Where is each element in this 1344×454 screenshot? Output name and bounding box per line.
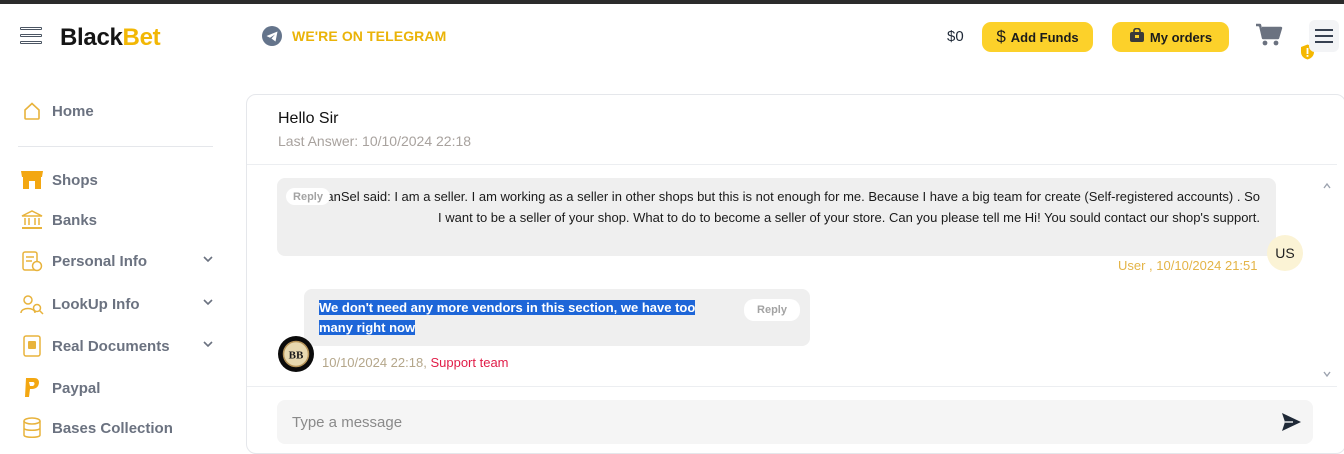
support-team-label: Support team — [430, 355, 509, 370]
support-message-meta: 10/10/2024 22:18, Support team — [322, 355, 509, 370]
balance-amount: $0 — [947, 28, 964, 45]
chevron-down-icon — [202, 251, 214, 268]
sidebar-divider — [18, 146, 213, 147]
send-icon[interactable] — [1280, 411, 1302, 433]
support-message-text: We don't need any more vendors in this s… — [319, 298, 719, 338]
sidebar-item-home[interactable]: Home — [20, 99, 94, 123]
sidebar-item-label: Real Documents — [52, 337, 170, 355]
bank-icon — [20, 208, 44, 232]
message-input[interactable] — [277, 400, 1313, 444]
sidebar-item-label: Home — [52, 102, 94, 120]
chat-scrollbar[interactable] — [1322, 180, 1332, 380]
support-message-time: 10/10/2024 22:18, — [322, 355, 427, 370]
support-avatar: BB — [278, 336, 314, 372]
my-orders-button[interactable]: My orders — [1112, 22, 1229, 52]
paypal-icon — [20, 376, 44, 400]
user-avatar: US — [1267, 235, 1303, 271]
sidebar-item-bases-collection[interactable]: Bases Collection — [20, 416, 173, 440]
user-message-meta: User , 10/10/2024 21:51 — [1118, 258, 1258, 273]
reply-button[interactable]: Reply — [744, 299, 800, 321]
telegram-icon — [262, 26, 282, 46]
sidebar-toggle-icon[interactable] — [20, 27, 42, 47]
brand-part2: Bet — [122, 24, 161, 51]
add-funds-button[interactable]: $ Add Funds — [982, 22, 1093, 52]
support-avatar-initials: BB — [289, 350, 304, 362]
my-orders-label: My orders — [1149, 29, 1213, 45]
sidebar-item-banks[interactable]: Banks — [20, 208, 97, 232]
shop-icon — [20, 168, 44, 192]
sidebar-item-real-documents[interactable]: Real Documents — [20, 334, 213, 358]
documents-icon — [20, 334, 44, 358]
sidebar-item-label: Paypal — [52, 379, 101, 397]
brand-logo[interactable]: BlackBet — [60, 24, 161, 52]
user-message-text: UsBanSel said: I am a seller. I am worki… — [301, 189, 1260, 225]
support-message-selection: We don't need any more vendors in this s… — [319, 300, 696, 335]
ticket-last-answer: Last Answer: 10/10/2024 22:18 — [278, 133, 472, 149]
dollar-icon: $ — [996, 27, 1006, 46]
cart-icon[interactable] — [1255, 23, 1283, 52]
sidebar-item-label: LookUp Info — [52, 295, 140, 313]
sidebar-item-shops[interactable]: Shops — [20, 168, 98, 192]
sidebar-item-personal-info[interactable]: Personal Info — [20, 249, 213, 273]
composer-divider — [247, 386, 1337, 387]
sidebar-item-lookup-info[interactable]: LookUp Info — [20, 292, 213, 316]
chevron-down-icon — [202, 336, 214, 353]
sidebar-item-label: Banks — [52, 211, 98, 229]
telegram-label: WE'RE ON TELEGRAM — [292, 28, 447, 44]
window-top-border — [0, 0, 1344, 4]
menu-icon[interactable] — [1309, 20, 1339, 52]
sidebar-item-label: Personal Info — [52, 252, 148, 270]
ticket-title: Hello Sir — [278, 110, 339, 127]
sidebar-item-label: Bases Collection — [52, 419, 173, 437]
reply-button[interactable]: Reply — [286, 188, 330, 205]
add-funds-label: Add Funds — [1010, 29, 1079, 45]
database-icon — [20, 416, 44, 440]
home-icon — [20, 99, 44, 123]
sidebar-item-label: Shops — [52, 171, 98, 189]
chevron-down-icon — [202, 294, 214, 311]
personal-info-icon — [20, 249, 44, 273]
panel-divider — [247, 164, 1337, 165]
lookup-icon — [20, 292, 44, 316]
sidebar-item-paypal[interactable]: Paypal — [20, 376, 100, 400]
shopping-bag-icon — [1129, 27, 1145, 46]
telegram-link[interactable]: WE'RE ON TELEGRAM — [262, 26, 446, 46]
brand-part1: Black — [60, 24, 123, 51]
